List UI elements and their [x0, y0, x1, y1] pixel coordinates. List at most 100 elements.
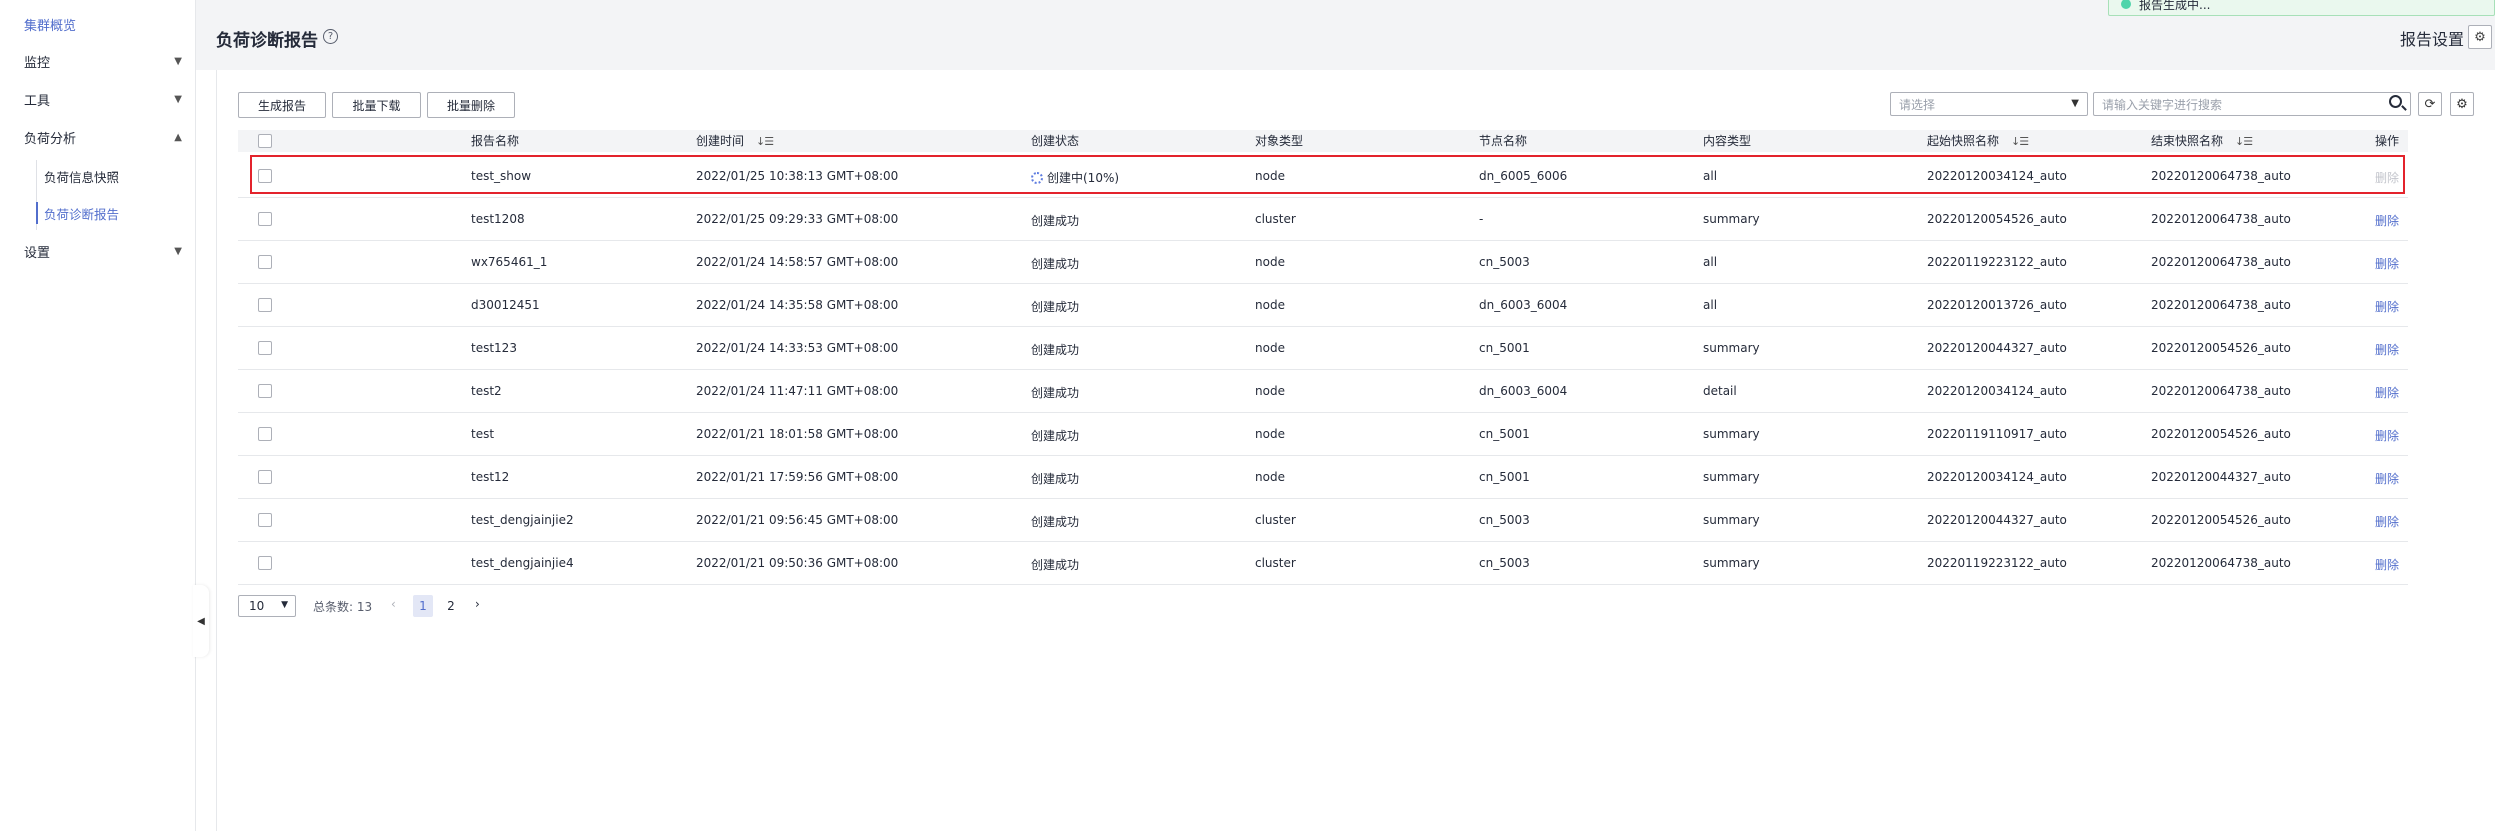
cell-content-type: all [1703, 255, 1718, 269]
row-divider [238, 283, 2408, 284]
sort-icon[interactable]: ↓☰ [756, 131, 774, 153]
cell-status: 创建成功 [1031, 257, 1080, 271]
sidebar-item-load-analysis[interactable]: 负荷分析 ▲ [0, 121, 196, 153]
cell-end-snapshot: 20220120054526_auto [2151, 427, 2291, 441]
batch-delete-button[interactable]: 批量删除 [427, 92, 515, 118]
sidebar-item-settings[interactable]: 设置 ▼ [0, 235, 196, 267]
prev-page-button[interactable]: ‹ [391, 597, 396, 611]
sidebar-item-label: 监控 [24, 55, 51, 71]
cell-report-name: test_dengjainjie2 [471, 513, 574, 527]
row-checkbox[interactable] [258, 513, 272, 527]
sidebar-item-load-snapshot[interactable]: 负荷信息快照 [36, 162, 186, 190]
help-icon[interactable]: ? [323, 29, 338, 44]
sidebar-item-monitoring[interactable]: 监控 ▼ [0, 45, 196, 77]
search-input[interactable] [2094, 93, 2384, 117]
cell-content-type: summary [1703, 427, 1760, 441]
sidebar-item-tools[interactable]: 工具 ▼ [0, 83, 196, 115]
row-divider [238, 412, 2408, 413]
delete-link[interactable]: 删除 [2375, 255, 2399, 272]
column-header-report-name: 报告名称 [471, 134, 520, 148]
chevron-down-icon: ▼ [281, 600, 288, 610]
sidebar-item-label: 负荷分析 [24, 131, 77, 147]
cell-node-name: cn_5001 [1479, 427, 1530, 441]
row-checkbox[interactable] [258, 341, 272, 355]
cell-object-type: node [1255, 427, 1285, 441]
sidebar-item-cluster-overview[interactable]: 集群概览 [0, 8, 196, 40]
row-divider [238, 498, 2408, 499]
sidebar-item-label: 负荷信息快照 [44, 169, 120, 185]
cell-report-name: test2 [471, 384, 502, 398]
search-field[interactable] [2093, 92, 2411, 117]
sort-icon[interactable]: ↓☰ [2011, 131, 2029, 153]
delete-link[interactable]: 删除 [2375, 513, 2399, 530]
row-divider [238, 240, 2408, 241]
delete-link[interactable]: 删除 [2375, 384, 2399, 401]
sidebar-item-load-diagnosis-report[interactable]: 负荷诊断报告 [36, 199, 186, 227]
page-size-select[interactable]: 10 ▼ [238, 595, 296, 617]
cell-created-time: 2022/01/25 09:29:33 GMT+08:00 [696, 212, 899, 226]
table-settings-button[interactable]: ⚙ [2450, 92, 2474, 116]
column-header-content-type: 内容类型 [1703, 134, 1752, 148]
page-button-2[interactable]: 2 [441, 595, 461, 617]
page-size-value: 10 [249, 599, 265, 613]
cell-content-type: summary [1703, 513, 1760, 527]
gear-icon[interactable]: ⚙ [2468, 25, 2492, 49]
cell-node-name: cn_5001 [1479, 341, 1530, 355]
delete-link[interactable]: 删除 [2375, 341, 2399, 358]
page-button-1[interactable]: 1 [413, 595, 433, 617]
delete-link[interactable]: 删除 [2375, 470, 2399, 487]
row-checkbox[interactable] [258, 298, 272, 312]
filter-select[interactable]: 请选择 ▼ [1890, 92, 2088, 116]
cell-created-time: 2022/01/21 18:01:58 GMT+08:00 [696, 427, 899, 441]
chevron-down-icon: ▼ [174, 93, 182, 105]
sidebar-collapse-button[interactable]: ◀ [193, 585, 209, 657]
success-icon [2121, 0, 2131, 9]
row-checkbox[interactable] [258, 384, 272, 398]
cell-start-snapshot: 20220119110917_auto [1927, 427, 2067, 441]
column-header-start-snapshot[interactable]: 起始快照名称 ↓☰ [1927, 130, 2029, 153]
refresh-button[interactable]: ⟳ [2418, 92, 2442, 116]
delete-link[interactable]: 删除 [2375, 212, 2399, 229]
cell-status: 创建成功 [1031, 386, 1080, 400]
row-checkbox[interactable] [258, 255, 272, 269]
cell-status: 创建成功 [1031, 214, 1080, 228]
sort-icon[interactable]: ↓☰ [2235, 131, 2253, 153]
cell-content-type: all [1703, 169, 1718, 183]
column-header-status: 创建状态 [1031, 134, 1080, 148]
chevron-down-icon: ▼ [174, 245, 182, 257]
next-page-button[interactable]: › [475, 597, 480, 611]
loading-spinner-icon [1031, 172, 1043, 184]
cell-status: 创建中(10%) [1031, 169, 1119, 186]
select-all-checkbox[interactable] [258, 134, 272, 148]
column-header-created-time[interactable]: 创建时间 ↓☰ [696, 130, 774, 153]
row-checkbox[interactable] [258, 556, 272, 570]
cell-content-type: detail [1703, 384, 1737, 398]
cell-start-snapshot: 20220120034124_auto [1927, 384, 2067, 398]
generate-report-button[interactable]: 生成报告 [238, 92, 326, 118]
cell-created-time: 2022/01/21 09:50:36 GMT+08:00 [696, 556, 899, 570]
row-checkbox[interactable] [258, 169, 272, 183]
sidebar-item-label: 设置 [24, 245, 51, 261]
cell-node-name: dn_6003_6004 [1479, 298, 1568, 312]
toast-text: 报告生成中... [2139, 0, 2211, 12]
delete-link[interactable]: 删除 [2375, 427, 2399, 444]
row-checkbox[interactable] [258, 427, 272, 441]
cell-object-type: cluster [1255, 212, 1296, 226]
sidebar-item-label: 负荷诊断报告 [44, 206, 120, 222]
search-icon[interactable] [2389, 95, 2402, 108]
delete-link[interactable]: 删除 [2375, 556, 2399, 573]
cell-created-time: 2022/01/24 14:58:57 GMT+08:00 [696, 255, 899, 269]
row-checkbox[interactable] [258, 212, 272, 226]
delete-link[interactable]: 删除 [2375, 298, 2399, 315]
cell-status: 创建成功 [1031, 300, 1080, 314]
cell-node-name: dn_6005_6006 [1479, 169, 1568, 183]
cell-start-snapshot: 20220120034124_auto [1927, 169, 2067, 183]
cell-end-snapshot: 20220120054526_auto [2151, 513, 2291, 527]
column-header-end-snapshot[interactable]: 结束快照名称 ↓☰ [2151, 130, 2253, 153]
cell-node-name: cn_5001 [1479, 470, 1530, 484]
report-settings-link[interactable]: 报告设置 [2400, 26, 2464, 50]
row-checkbox[interactable] [258, 470, 272, 484]
cell-status: 创建成功 [1031, 343, 1080, 357]
batch-download-button[interactable]: 批量下载 [332, 92, 421, 118]
row-divider [238, 326, 2408, 327]
